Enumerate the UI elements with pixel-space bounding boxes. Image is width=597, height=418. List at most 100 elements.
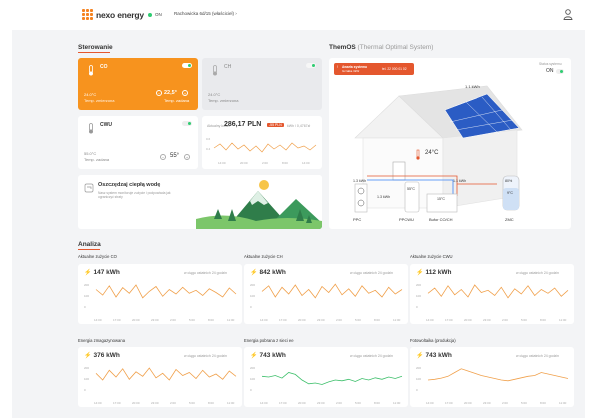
cwu-card[interactable]: CWU 55.0°C Temp. zadana − 55° + (78, 116, 198, 169)
cwu-setpoint: 55° (170, 153, 180, 159)
minus-button[interactable]: − (156, 90, 162, 96)
analysis-card[interactable]: ⚡ 842 kWh w ciągu ostatnich 24 godzin 200 10… (244, 264, 408, 324)
analysis-card[interactable]: ⚡ 376 kWh w ciągu ostatnich 24 godzin 200 10… (78, 347, 242, 407)
y-tick-label: 0.6 (206, 137, 211, 141)
x-tick-label: 20:00 (464, 318, 472, 322)
x-tick-label: 20:00 (240, 161, 248, 165)
y-tick-label: 200 (84, 283, 89, 287)
bolt-icon: ⚡ (416, 270, 424, 276)
cwu-label: CWU (100, 122, 112, 128)
x-tick-label: 11:00 (559, 318, 567, 322)
y-tick-label: 0 (416, 388, 418, 392)
series-line (261, 372, 403, 385)
analysis-card-title: Aktualne zużycie CO (78, 254, 117, 259)
bolt-icon: ⚡ (84, 353, 92, 359)
x-tick-label: 5:00 (355, 318, 361, 322)
x-tick-label: 23:00 (151, 318, 159, 322)
x-tick-label: 8:00 (374, 318, 380, 322)
alert-title: Awaria systemu (342, 64, 368, 69)
alert-banner[interactable]: ! Awaria systemu Grzałka 3kW tel. 22 000… (334, 63, 414, 75)
cost-badge: -55 PLN (267, 123, 284, 127)
co-temp-current-label: Temp. zmierzona (84, 98, 115, 103)
x-tick-label: 2:00 (502, 401, 508, 405)
section-underline (78, 52, 110, 53)
system-status-toggle[interactable] (556, 69, 564, 74)
cost-chart: 0.6 0.4 14:00 20:00 2:00 8:00 14:00 (206, 137, 317, 165)
y-tick-label: 0.4 (206, 147, 211, 151)
system-status-label: Status systemu (539, 62, 562, 66)
analysis-chart: 200 100 0 14:00 17:00 20:00 23:00 2:00 5:00 8:00 1… (84, 283, 237, 322)
x-tick-label: 8:00 (374, 401, 380, 405)
bolt-icon: ⚡ (416, 353, 424, 359)
x-tick-label: 14:00 (94, 318, 102, 322)
x-tick-label: 8:00 (282, 161, 288, 165)
bolt-icon: ⚡ (250, 270, 258, 276)
ch-temp-current-label: Temp. zmierzona (208, 98, 239, 103)
x-tick-label: 14:00 (218, 161, 226, 165)
analysis-chart: 200 100 0 14:00 17:00 20:00 23:00 2:00 5:00 8:00 1… (250, 366, 403, 405)
ch-toggle[interactable] (306, 63, 316, 68)
system-status-value: ON (546, 68, 554, 74)
analysis-card[interactable]: ⚡ 743 kWh w ciągu ostatnich 24 godzin 200 10… (244, 347, 408, 407)
section-title-analysis: Analiza (78, 241, 101, 248)
x-tick-label: 14:00 (260, 401, 268, 405)
thermos-title-main: ThemOS (329, 44, 356, 51)
promo-title: Oszczędzaj ciepłą wodę (98, 182, 161, 188)
brand-name: nexo energy (96, 9, 144, 20)
logo[interactable]: nexo energy (82, 9, 144, 20)
analysis-value: ⚡ 842 kWh (250, 269, 286, 276)
analysis-value: ⚡ 743 kWh (250, 352, 286, 359)
analysis-value-text: 112 kWh (425, 269, 452, 276)
tank-temp: 55°C (407, 187, 415, 191)
ch-temp-current: 24.0°C (208, 92, 221, 97)
zmc-temp: 9°C (507, 191, 513, 195)
y-tick-label: 0 (250, 388, 252, 392)
y-tick-label: 100 (416, 294, 421, 298)
y-tick-label: 0 (416, 305, 418, 309)
x-tick-label: 17:00 (113, 318, 121, 322)
status-dot-icon (148, 12, 152, 17)
analysis-card[interactable]: ⚡ 743 kWh w ciągu ostatnich 24 godzin 200 10… (410, 347, 574, 407)
section-title-control: Sterowanie (78, 44, 113, 51)
x-tick-label: 8:00 (208, 401, 214, 405)
x-tick-label: 8:00 (208, 318, 214, 322)
ch-card[interactable]: CH 24.0°C Temp. zmierzona (202, 58, 322, 110)
label-zmc: ZMC (505, 217, 514, 222)
user-icon[interactable] (563, 9, 573, 20)
ch-label: CH (224, 64, 232, 70)
section-underline (78, 249, 100, 250)
cwu-toggle[interactable] (182, 121, 192, 126)
x-tick-label: 14:00 (426, 318, 434, 322)
analysis-chart: 200 100 0 14:00 17:00 20:00 23:00 2:00 5:00 8:00 1… (250, 283, 403, 322)
analysis-card-title: Energia pobrana z sieci ee (244, 338, 294, 343)
minus-button[interactable]: − (160, 154, 166, 160)
analysis-card[interactable]: ⚡ 112 kWh w ciągu ostatnich 24 godzin 200 10… (410, 264, 574, 324)
promo-card[interactable]: Oszczędzaj ciepłą wodę Nasz system monit… (78, 175, 322, 229)
series-line (95, 367, 237, 381)
y-tick-label: 0 (84, 388, 86, 392)
plus-button[interactable]: + (182, 90, 188, 96)
cost-value: 286,17 PLN (224, 121, 262, 128)
plus-button[interactable]: + (184, 154, 190, 160)
x-tick-label: 2:00 (262, 161, 268, 165)
series-line (427, 368, 569, 382)
analysis-card-title: Energia zmagazynowana (78, 338, 126, 343)
x-tick-label: 17:00 (279, 401, 287, 405)
analysis-note: w ciągu ostatnich 24 godzin (184, 271, 227, 275)
analysis-value: ⚡ 112 kWh (416, 269, 452, 276)
x-tick-label: 17:00 (279, 318, 287, 322)
analysis-value-text: 147 kWh (93, 269, 120, 276)
x-tick-label: 2:00 (336, 401, 342, 405)
window (392, 161, 406, 181)
analysis-value-text: 842 kWh (259, 269, 286, 276)
address-selector[interactable]: Rachowicka 6d/15 (właściciel) › (174, 11, 237, 16)
zmc-pct: 80% (505, 179, 513, 183)
co-card[interactable]: CO 24.0°C Temp. zmierzona − 22,5° + Temp… (78, 58, 198, 110)
co-toggle[interactable] (182, 63, 192, 68)
cost-line (213, 142, 317, 153)
address-text: Rachowicka 6d/15 (właściciel) (174, 11, 235, 16)
y-tick-label: 200 (416, 283, 421, 287)
thermometer-icon (213, 65, 217, 76)
analysis-card[interactable]: ⚡ 147 kWh w ciągu ostatnich 24 godzin 200 10… (78, 264, 242, 324)
x-tick-label: 20:00 (132, 401, 140, 405)
